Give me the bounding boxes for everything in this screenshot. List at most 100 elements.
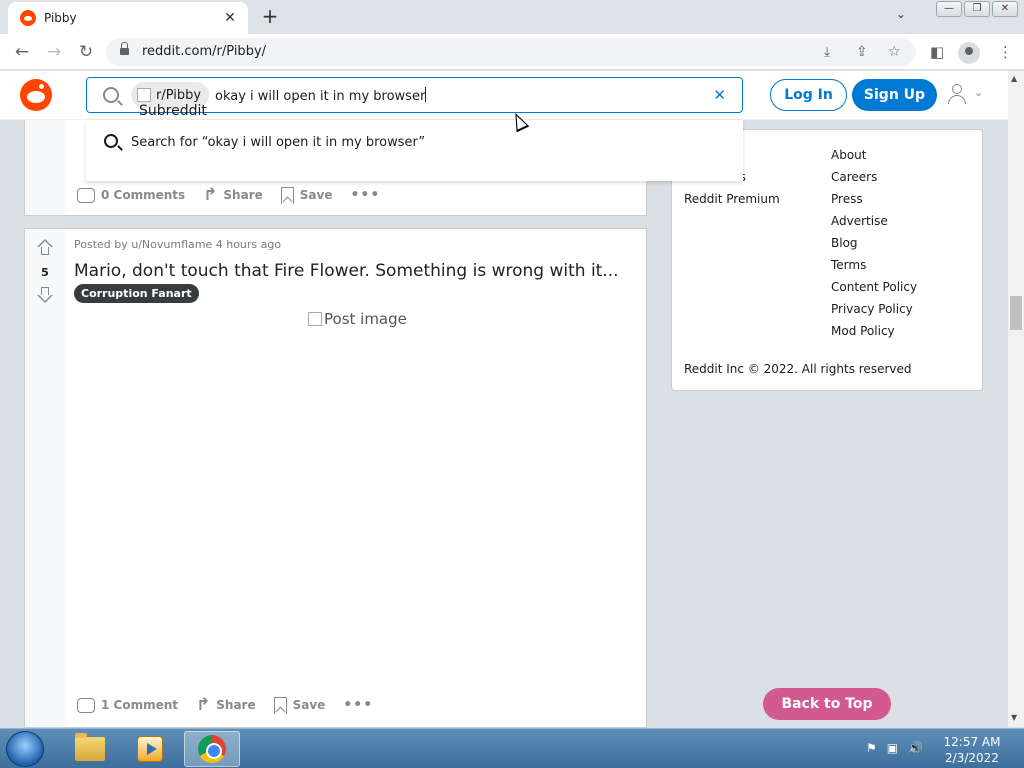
community-name: r/Pibby (156, 87, 202, 103)
scrollbar-thumb[interactable] (1010, 296, 1022, 330)
lock-icon (120, 42, 129, 57)
save-button[interactable]: Save (280, 186, 332, 204)
back-arrow-icon[interactable]: ← (12, 42, 32, 62)
search-icon (103, 87, 119, 103)
chrome-icon (198, 735, 226, 763)
footer-link-content-policy[interactable]: Content Policy (831, 276, 917, 298)
post-title[interactable]: Mario, don't touch that Fire Flower. Som… (74, 261, 619, 281)
tab-title: Pibby (44, 11, 77, 25)
taskbar-media-player[interactable] (122, 731, 178, 767)
search-for-text: Search for “okay i will open it in my br… (131, 135, 426, 150)
footer-links-right: About Careers Press Advertise Blog Terms… (831, 144, 917, 342)
footer-link-advertise[interactable]: Advertise (831, 210, 917, 232)
back-to-top-button[interactable]: Back to Top (763, 688, 891, 720)
footer-link-privacy-policy[interactable]: Privacy Policy (831, 298, 917, 320)
vote-count: 5 (41, 266, 49, 279)
reddit-header: r/Pibby Subreddit okay i will open it in… (0, 71, 1008, 120)
bookmark-icon (280, 186, 294, 204)
post-image[interactable]: Post image (308, 310, 407, 328)
comment-icon (77, 697, 95, 713)
taskbar-chrome[interactable] (184, 731, 240, 767)
url-text: reddit.com/r/Pibby/ (142, 44, 267, 59)
share-button[interactable]: ↱ Share (196, 695, 256, 715)
footer-link-terms[interactable]: Terms (831, 254, 917, 276)
post-actions: 0 Comments ↱ Share Save ••• (77, 185, 380, 205)
share-arrow-icon: ↱ (196, 695, 211, 715)
restore-button[interactable]: ❐ (964, 1, 990, 17)
minimize-button[interactable]: — (936, 1, 962, 17)
vote-column: 5 (25, 229, 65, 727)
action-center-flag-icon[interactable]: ⚑ (866, 741, 877, 755)
footer-link-careers[interactable]: Careers (831, 166, 917, 188)
share-button[interactable]: ↱ Share (203, 185, 263, 205)
taskbar-explorer[interactable] (62, 731, 118, 767)
bookmark-icon (273, 696, 287, 714)
post-card[interactable]: 5 Posted by u/Novumflame 4 hours ago Mar… (24, 228, 647, 728)
bookmark-star-icon[interactable]: ☆ (888, 44, 901, 60)
browser-toolbar: ← → ↻ reddit.com/r/Pibby/ ⤓ ⇪ ☆ ◧ ⋮ (0, 34, 1024, 70)
media-player-icon (137, 736, 163, 762)
user-icon (952, 84, 962, 94)
search-suggestions: Search for “okay i will open it in my br… (86, 120, 743, 181)
close-window-button[interactable]: ✕ (992, 1, 1018, 17)
community-image-icon (137, 88, 151, 102)
reddit-logo-icon[interactable] (20, 79, 52, 111)
folder-icon (75, 733, 105, 761)
more-options-icon[interactable]: ••• (343, 697, 373, 713)
footer-link-blog[interactable]: Blog (831, 232, 917, 254)
search-input[interactable]: r/Pibby Subreddit okay i will open it in… (86, 77, 743, 119)
footer-link-mod-policy[interactable]: Mod Policy (831, 320, 917, 342)
address-bar[interactable]: reddit.com/r/Pibby/ ⤓ ⇪ ☆ (106, 38, 916, 66)
tab-search-chevron-icon[interactable]: ⌄ (896, 7, 906, 21)
vote-column (25, 120, 65, 215)
scroll-up-arrow-icon[interactable]: ▲ (1011, 74, 1017, 83)
network-icon[interactable]: ▣ (887, 741, 898, 755)
profile-avatar-icon[interactable] (958, 42, 980, 64)
install-icon[interactable]: ⤓ (824, 44, 830, 60)
post-meta: Posted by u/Novumflame 4 hours ago (74, 238, 282, 251)
reload-icon[interactable]: ↻ (76, 42, 96, 62)
reddit-favicon-icon (20, 10, 36, 26)
login-button[interactable]: Log In (770, 79, 847, 111)
tab-close-icon[interactable]: ✕ (222, 10, 238, 26)
community-type: Subreddit (139, 103, 207, 119)
user-menu-button[interactable]: ⌄ (948, 84, 990, 106)
browser-menu-icon[interactable]: ⋮ (998, 43, 1013, 61)
signup-button[interactable]: Sign Up (852, 79, 937, 111)
downvote-icon[interactable] (36, 287, 54, 305)
post-actions: 1 Comment ↱ Share Save ••• (77, 695, 373, 715)
chevron-down-icon: ⌄ (974, 86, 984, 99)
footer-link-reddit-premium[interactable]: Reddit Premium (684, 188, 780, 210)
side-panel-icon[interactable]: ◧ (930, 43, 944, 61)
broken-image-icon (308, 312, 322, 326)
page-scrollbar[interactable]: ▲ ▼ (1008, 71, 1024, 727)
clock-time: 12:57 AM (943, 735, 1001, 749)
share-arrow-icon: ↱ (203, 185, 218, 205)
post-flair[interactable]: Corruption Fanart (74, 284, 199, 303)
upvote-icon[interactable] (36, 239, 54, 257)
window-controls: — ❐ ✕ (936, 1, 1018, 17)
search-query: okay i will open it in my browser (215, 87, 427, 104)
save-button[interactable]: Save (273, 696, 325, 714)
windows-taskbar: ⚑ ▣ 🔊 12:57 AM 2/3/2022 (0, 728, 1024, 768)
scroll-down-arrow-icon[interactable]: ▼ (1011, 713, 1017, 722)
search-icon (104, 134, 118, 148)
more-options-icon[interactable]: ••• (350, 187, 380, 203)
comments-button[interactable]: 1 Comment (77, 697, 178, 713)
footer-link-about[interactable]: About (831, 144, 917, 166)
system-tray: ⚑ ▣ 🔊 (866, 741, 923, 755)
copyright-text: Reddit Inc © 2022. All rights reserved (684, 362, 912, 376)
start-button[interactable] (6, 731, 44, 767)
clock[interactable]: 12:57 AM 2/3/2022 (936, 734, 1008, 766)
volume-icon[interactable]: 🔊 (908, 741, 923, 755)
clock-date: 2/3/2022 (945, 751, 999, 765)
share-icon[interactable]: ⇪ (856, 44, 868, 60)
browser-tab-strip: Pibby ✕ + ⌄ — ❐ ✕ (0, 0, 1024, 34)
browser-tab[interactable]: Pibby ✕ (8, 2, 248, 34)
new-tab-button[interactable]: + (258, 4, 282, 28)
forward-arrow-icon[interactable]: → (44, 42, 64, 62)
comment-icon (77, 187, 95, 203)
clear-search-icon[interactable]: ✕ (713, 86, 726, 104)
comments-button[interactable]: 0 Comments (77, 187, 185, 203)
footer-link-press[interactable]: Press (831, 188, 917, 210)
